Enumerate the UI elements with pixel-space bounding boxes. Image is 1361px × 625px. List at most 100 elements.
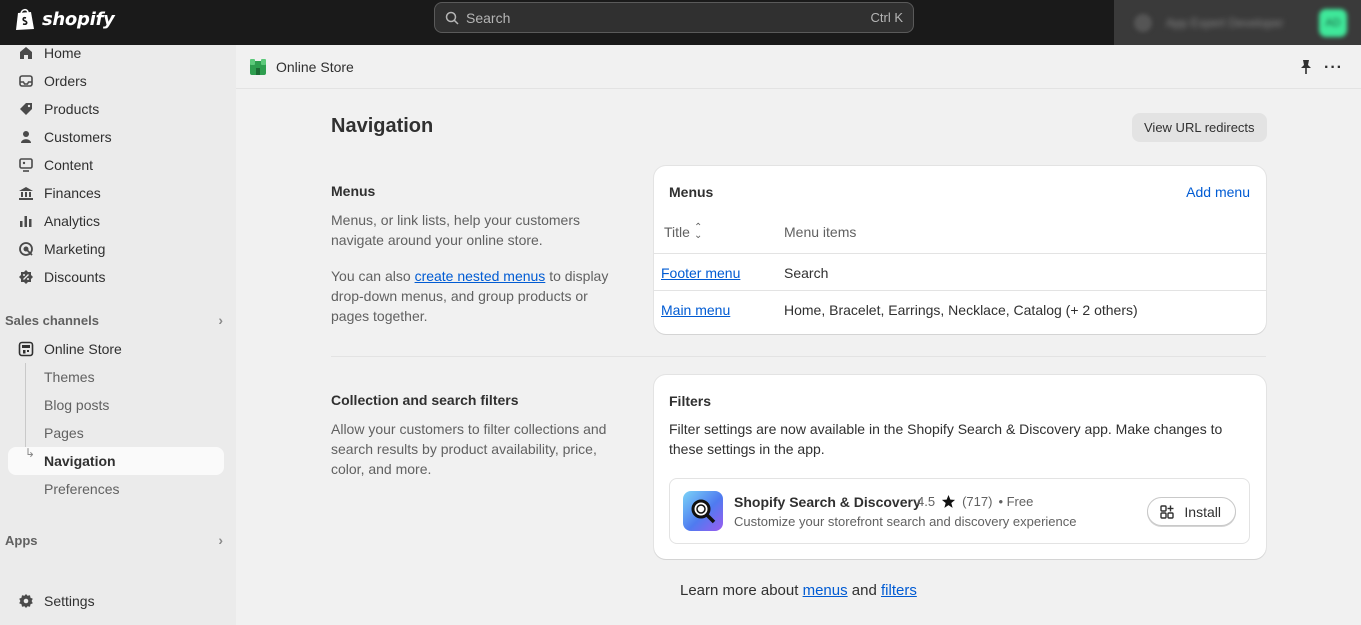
search-shortcut: Ctrl K: [870, 10, 904, 25]
sidebar-item-pages[interactable]: Pages: [8, 419, 224, 447]
menus-card: Menus Add menu Title ⌃ ⌄ Menu items Foote…: [654, 166, 1266, 334]
app-listing: Shopify Search & Discovery 4.5 (717) • F…: [669, 478, 1250, 544]
menus-card-title: Menus: [669, 184, 714, 200]
menus-section-title: Menus: [331, 183, 376, 199]
filters-help-link[interactable]: filters: [881, 582, 917, 599]
page-title: Navigation: [331, 115, 434, 137]
target-icon: [18, 241, 34, 257]
menu-items-cell: Search: [784, 265, 829, 281]
review-count: (717): [962, 494, 993, 509]
inbox-icon: [18, 73, 34, 89]
sidebar-item-themes[interactable]: Themes: [8, 363, 224, 391]
bar-chart-icon: [18, 213, 34, 229]
sidebar-item-online-store[interactable]: Online Store: [8, 335, 224, 363]
sidebar-item-label: Preferences: [44, 481, 120, 497]
sidebar-item-home[interactable]: Home: [8, 39, 224, 67]
sales-channels-header[interactable]: Sales channels ›: [5, 310, 223, 330]
sidebar-item-blog-posts[interactable]: Blog posts: [8, 391, 224, 419]
sidebar-item-marketing[interactable]: Marketing: [8, 235, 224, 263]
menus-section-description: Menus, or link lists, help your customer…: [331, 212, 580, 248]
install-button[interactable]: Install: [1147, 497, 1236, 526]
sidebar-item-discounts[interactable]: Discounts: [8, 263, 224, 291]
app-price: • Free: [998, 494, 1034, 509]
row-divider: [654, 253, 1266, 254]
sidebar-item-finances[interactable]: Finances: [8, 179, 224, 207]
sidebar-item-label: Home: [44, 45, 82, 61]
row-divider: [654, 290, 1266, 291]
filters-card-title: Filters: [669, 393, 712, 409]
discount-icon: [18, 269, 34, 285]
menu-items-cell: Home, Bracelet, Earrings, Necklace, Cata…: [784, 302, 1138, 318]
section-divider: [331, 356, 1266, 357]
brand-wordmark: shopify: [42, 8, 115, 30]
sidebar-item-label: Navigation: [44, 453, 116, 469]
chevron-right-icon: ›: [218, 312, 223, 328]
more-actions-icon[interactable]: ···: [1324, 59, 1343, 77]
apps-header[interactable]: Apps ›: [5, 530, 223, 550]
pin-icon[interactable]: [1299, 59, 1313, 75]
sidebar-item-products[interactable]: Products: [8, 95, 224, 123]
learn-more-text: Learn more about: [680, 582, 803, 599]
main-content: Online Store ··· Navigation View URL red…: [236, 45, 1361, 625]
menu-link-footer[interactable]: Footer menu: [661, 265, 740, 281]
search-placeholder: Search: [466, 9, 511, 26]
search-input[interactable]: Search Ctrl K: [434, 2, 914, 33]
sidebar-item-preferences[interactable]: Preferences: [8, 475, 224, 503]
create-nested-menus-link[interactable]: create nested menus: [415, 268, 546, 284]
sidebar-item-content[interactable]: Content: [8, 151, 224, 179]
app-rating: 4.5 (717) • Free: [917, 494, 1033, 509]
sidebar-item-orders[interactable]: Orders: [8, 67, 224, 95]
sidebar-item-navigation[interactable]: Navigation: [8, 447, 224, 475]
sidebar-item-label: Products: [44, 101, 100, 117]
avatar[interactable]: AD: [1319, 8, 1347, 37]
column-header-title[interactable]: Title ⌃ ⌄: [664, 223, 702, 241]
sidebar-item-label: Pages: [44, 425, 84, 441]
search-icon: [445, 11, 459, 25]
image-icon: [18, 157, 34, 173]
menu-link-main[interactable]: Main menu: [661, 302, 730, 318]
breadcrumb-online-store[interactable]: Online Store: [276, 59, 354, 75]
tree-arrow-icon: ↳: [25, 446, 36, 460]
view-url-redirects-button[interactable]: View URL redirects: [1132, 113, 1267, 142]
person-icon: [18, 129, 34, 145]
online-store-icon: [250, 58, 266, 75]
chevron-right-icon: ›: [218, 532, 223, 548]
gear-icon: [18, 593, 34, 609]
sidebar-item-label: Finances: [44, 185, 101, 201]
add-menu-link[interactable]: Add menu: [1186, 184, 1250, 200]
sidebar-item-customers[interactable]: Customers: [8, 123, 224, 151]
filters-section-title: Collection and search filters: [331, 392, 519, 408]
bank-icon: [18, 185, 34, 201]
shopify-bag-icon: [16, 8, 34, 30]
star-icon: [942, 494, 956, 508]
notification-bell-icon[interactable]: [1134, 13, 1152, 32]
learn-more-text: and: [847, 582, 881, 599]
menus-help-link[interactable]: menus: [803, 582, 848, 599]
column-header-menu-items: Menu items: [784, 224, 857, 240]
sidebar-item-label: Themes: [44, 369, 95, 385]
filters-section-description: Allow your customers to filter collectio…: [331, 421, 607, 477]
sidebar-item-label: Marketing: [44, 241, 106, 257]
home-icon: [18, 45, 34, 61]
sidebar-item-label: Online Store: [44, 341, 122, 357]
rating-value: 4.5: [917, 494, 936, 509]
store-name: App Expert Developer: [1166, 15, 1284, 30]
menus-nested-description: You can also create nested menus to disp…: [331, 266, 621, 326]
sidebar-item-label: Analytics: [44, 213, 101, 229]
sidebar-item-label: Discounts: [44, 269, 106, 285]
sidebar-item-label: Blog posts: [44, 397, 110, 413]
shopify-logo[interactable]: shopify: [14, 6, 115, 32]
sidebar-item-settings[interactable]: Settings: [8, 587, 224, 615]
sidebar: Home Orders Products Customers Content F…: [0, 45, 236, 625]
account-menu[interactable]: App Expert Developer AD: [1114, 0, 1361, 45]
app-description: Customize your storefront search and dis…: [734, 514, 1077, 529]
breadcrumb: Online Store ···: [236, 45, 1361, 89]
sidebar-item-label: Customers: [44, 129, 112, 145]
desc-text: You can also: [331, 268, 415, 284]
sidebar-item-label: Settings: [44, 593, 95, 609]
filters-card-text: Filter settings are now available in the…: [669, 421, 1223, 457]
sidebar-item-analytics[interactable]: Analytics: [8, 207, 224, 235]
store-icon: [18, 341, 34, 357]
sales-channels-label: Sales channels: [5, 312, 99, 328]
sidebar-item-label: Orders: [44, 73, 87, 89]
